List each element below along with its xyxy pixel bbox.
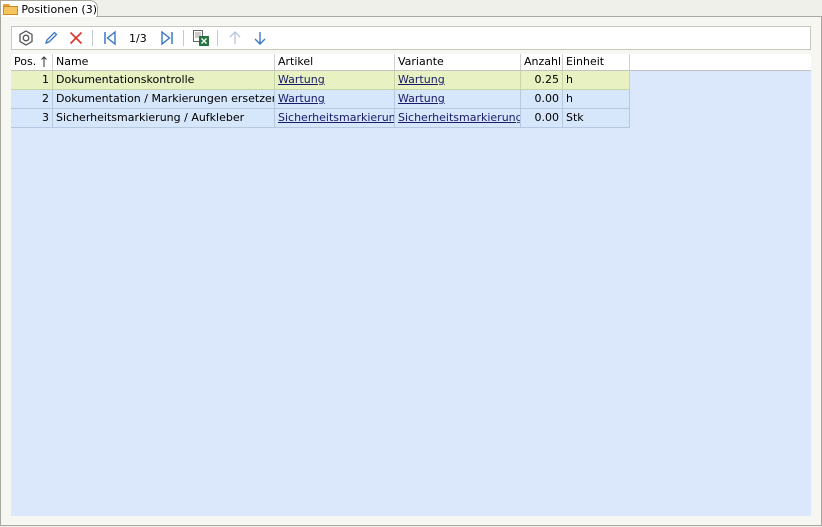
folder-icon: [3, 3, 18, 15]
artikel-link[interactable]: Sicherheitsmarkierung: [278, 111, 394, 124]
table-row[interactable]: 3 Sicherheitsmarkierung / Aufkleber Sich…: [11, 109, 630, 128]
cell-name: Sicherheitsmarkierung / Aufkleber: [53, 109, 275, 128]
column-header-einheit[interactable]: Einheit: [563, 54, 630, 70]
column-header-anzahl[interactable]: Anzahl: [521, 54, 563, 70]
move-up-icon[interactable]: [224, 27, 246, 49]
move-down-icon[interactable]: [249, 27, 271, 49]
cell-anzahl: 0.00: [521, 90, 563, 109]
variante-link[interactable]: Wartung: [398, 92, 445, 105]
column-header-name[interactable]: Name: [53, 54, 275, 70]
grid-header: Pos. Name Artikel Variante Anzahl Einhei…: [11, 54, 811, 71]
cell-name: Dokumentationskontrolle: [53, 71, 275, 90]
column-header-variante[interactable]: Variante: [395, 54, 521, 70]
cell-pos: 1: [11, 71, 53, 90]
cell-einheit: h: [563, 71, 630, 90]
last-record-icon[interactable]: [156, 27, 178, 49]
positions-panel: 1/3 Pos. Name Artikel Variante Anzahl Ei…: [0, 17, 822, 526]
table-row[interactable]: 1 Dokumentationskontrolle Wartung Wartun…: [11, 71, 630, 90]
cell-einheit: h: [563, 90, 630, 109]
artikel-link[interactable]: Wartung: [278, 92, 325, 105]
first-record-icon[interactable]: [99, 27, 121, 49]
cell-pos: 3: [11, 109, 53, 128]
column-header-label: Pos.: [14, 55, 37, 68]
cell-anzahl: 0.00: [521, 109, 563, 128]
variante-link[interactable]: Wartung: [398, 73, 445, 86]
edit-icon[interactable]: [40, 27, 62, 49]
artikel-link[interactable]: Wartung: [278, 73, 325, 86]
pager-indicator: 1/3: [129, 31, 147, 45]
toolbar-separator: [182, 30, 184, 46]
cell-anzahl: 0.25: [521, 71, 563, 90]
toolbar-separator: [92, 30, 93, 46]
settings-icon[interactable]: [15, 27, 37, 49]
column-header-pos[interactable]: Pos.: [11, 54, 53, 70]
cell-pos: 2: [11, 90, 53, 109]
cell-einheit: Stk: [563, 109, 630, 128]
delete-icon[interactable]: [65, 27, 87, 49]
column-header-artikel[interactable]: Artikel: [275, 54, 395, 70]
tab-label: Positionen (3): [21, 2, 97, 16]
tab-positionen[interactable]: Positionen (3): [0, 0, 98, 17]
sort-ascending-icon: [41, 56, 47, 67]
excel-export-icon[interactable]: [190, 27, 212, 49]
cell-name: Dokumentation / Markierungen ersetzen: [53, 90, 275, 109]
tab-strip: Positionen (3): [0, 0, 822, 18]
variante-link[interactable]: Sicherheitsmarkierung: [398, 111, 520, 124]
toolbar: 1/3: [11, 26, 811, 50]
toolbar-separator: [216, 30, 218, 46]
table-row[interactable]: 2 Dokumentation / Markierungen ersetzen …: [11, 90, 630, 109]
positions-grid: Pos. Name Artikel Variante Anzahl Einhei…: [11, 54, 811, 516]
